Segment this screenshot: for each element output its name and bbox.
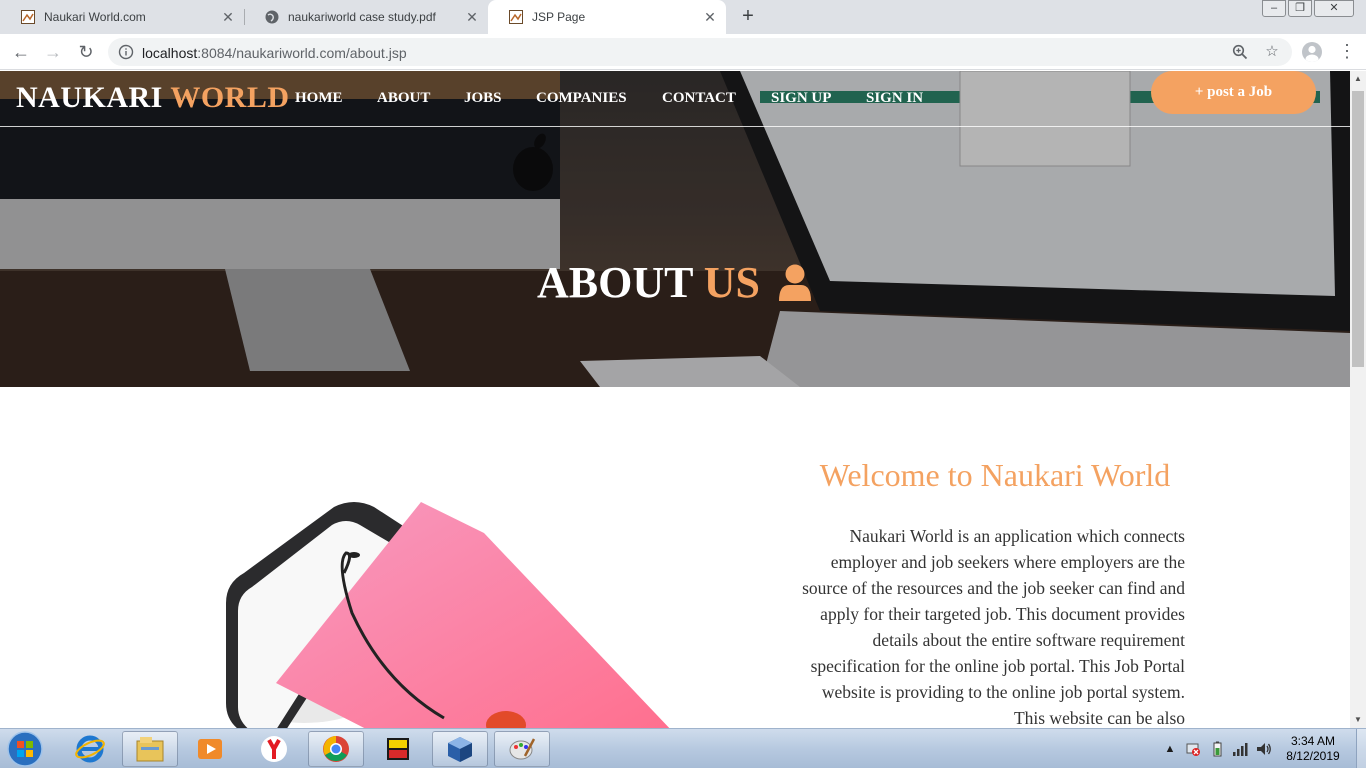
- scroll-down-icon[interactable]: ▼: [1350, 712, 1366, 728]
- welcome-heading: Welcome to Naukari World: [819, 457, 1171, 493]
- browser-tabstrip: Naukari World.com ✕ naukariworld case st…: [0, 0, 1366, 34]
- info-icon[interactable]: [118, 44, 134, 60]
- signal-icon[interactable]: [1232, 741, 1248, 757]
- phone-illustration: [226, 502, 670, 728]
- chrome-icon[interactable]: [308, 731, 364, 767]
- reload-icon[interactable]: ↻: [74, 41, 98, 65]
- windows-taskbar: ▲ 3:34 AM 8/12/2019: [0, 728, 1366, 768]
- address-bar[interactable]: localhost:8084/naukariworld.com/about.js…: [108, 38, 1292, 66]
- browser-tab-1[interactable]: Naukari World.com ✕: [0, 0, 245, 34]
- hero-banner: NAUKARI WORLD HOME ABOUT JOBS COMPANIES …: [0, 71, 1350, 387]
- minimize-icon[interactable]: –: [1262, 0, 1286, 17]
- url-text[interactable]: localhost:8084/naukariworld.com/about.js…: [142, 45, 407, 61]
- forward-icon[interactable]: →: [41, 41, 65, 65]
- about-paragraph: Naukari World is an application which co…: [802, 526, 1185, 728]
- nav-home[interactable]: HOME: [295, 90, 343, 107]
- close-window-icon[interactable]: ✕: [1314, 0, 1354, 17]
- hero-title: ABOUT US: [0, 257, 1350, 312]
- battery-icon[interactable]: [1209, 741, 1225, 757]
- url-path: :8084/naukariworld.com/about.jsp: [197, 45, 407, 61]
- restore-icon[interactable]: ❐: [1288, 0, 1312, 17]
- brand-part-2: WORLD: [170, 81, 290, 114]
- window-controls: – ❐ ✕: [1260, 0, 1354, 17]
- windows-start-icon[interactable]: [4, 730, 46, 768]
- close-icon[interactable]: ✕: [702, 9, 718, 25]
- page-icon: [508, 9, 524, 25]
- close-icon[interactable]: ✕: [464, 9, 480, 25]
- user-icon: [777, 261, 813, 312]
- media-player-icon[interactable]: [182, 731, 238, 767]
- hero-title-part-1: ABOUT: [537, 258, 693, 307]
- browser-tab-2-title: naukariworld case study.pdf: [288, 10, 436, 24]
- network-error-icon[interactable]: [1185, 741, 1201, 757]
- browser-toolbar: ← → ↻ localhost:8084/naukariworld.com/ab…: [0, 34, 1366, 70]
- system-clock[interactable]: 3:34 AM 8/12/2019: [1280, 734, 1346, 764]
- show-desktop-button[interactable]: [1356, 729, 1366, 768]
- kebab-menu-icon[interactable]: ⋮: [1338, 41, 1356, 63]
- clock-time: 3:34 AM: [1290, 734, 1336, 748]
- page-icon: [20, 9, 36, 25]
- tray-expand-icon[interactable]: ▲: [1162, 741, 1178, 757]
- brand-part-1: NAUKARI: [16, 81, 163, 114]
- paint-icon[interactable]: [494, 731, 550, 767]
- back-icon[interactable]: ←: [9, 41, 33, 65]
- new-tab-icon[interactable]: +: [737, 5, 759, 27]
- close-icon[interactable]: ✕: [220, 9, 236, 25]
- browser-tab-2[interactable]: naukariworld case study.pdf ✕: [244, 0, 489, 34]
- globe-icon: [264, 9, 280, 25]
- nav-contact[interactable]: CONTACT: [662, 90, 736, 107]
- nav-companies[interactable]: COMPANIES: [536, 90, 627, 107]
- nav-jobs[interactable]: JOBS: [464, 90, 502, 107]
- msdos-icon[interactable]: [370, 731, 426, 767]
- scroll-up-icon[interactable]: ▲: [1350, 71, 1366, 87]
- page-scrollbar[interactable]: ▲ ▼: [1350, 71, 1366, 728]
- nav-sign-up[interactable]: SIGN UP: [771, 90, 831, 107]
- zoom-icon[interactable]: [1232, 44, 1248, 60]
- volume-icon[interactable]: [1256, 741, 1272, 757]
- site-navbar: NAUKARI WORLD HOME ABOUT JOBS COMPANIES …: [0, 71, 1350, 127]
- yandex-icon[interactable]: [246, 731, 302, 767]
- nav-sign-in[interactable]: SIGN IN: [866, 90, 923, 107]
- bookmark-star-icon[interactable]: ☆: [1264, 44, 1280, 60]
- url-host: localhost: [142, 45, 198, 61]
- scrollbar-thumb[interactable]: [1352, 91, 1364, 367]
- browser-tab-3[interactable]: JSP Page ✕: [488, 0, 726, 34]
- nav-about[interactable]: ABOUT: [377, 90, 430, 107]
- browser-tab-3-title: JSP Page: [532, 10, 586, 24]
- post-job-button[interactable]: + post a Job: [1151, 71, 1316, 114]
- page-viewport: NAUKARI WORLD HOME ABOUT JOBS COMPANIES …: [0, 71, 1350, 728]
- virtualbox-icon[interactable]: [432, 731, 488, 767]
- ie-icon[interactable]: [62, 731, 118, 767]
- profile-avatar-icon[interactable]: [1302, 42, 1322, 62]
- clock-date: 8/12/2019: [1286, 749, 1340, 763]
- hero-title-part-2: US: [703, 258, 760, 307]
- site-logo[interactable]: NAUKARI WORLD: [16, 81, 290, 115]
- explorer-icon[interactable]: [122, 731, 178, 767]
- browser-tab-1-title: Naukari World.com: [44, 10, 146, 24]
